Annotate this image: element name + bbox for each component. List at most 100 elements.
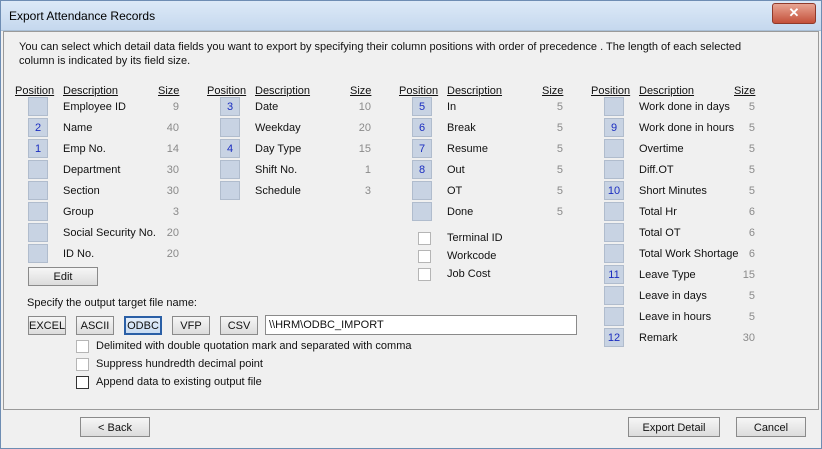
suppress-decimal-label: Suppress hundredth decimal point <box>96 358 263 370</box>
field-description: In <box>447 101 457 113</box>
field-size: 6 <box>748 227 755 239</box>
field-size: 5 <box>556 206 563 218</box>
position-box[interactable] <box>604 307 624 326</box>
field-size: 5 <box>748 164 755 176</box>
delimited-label: Delimited with double quotation mark and… <box>96 340 412 352</box>
workcode-label: Workcode <box>447 250 497 262</box>
header-description-4: Description <box>639 85 695 97</box>
suppress-decimal-checkbox[interactable] <box>76 358 89 371</box>
position-box[interactable] <box>604 202 624 221</box>
position-box[interactable] <box>28 97 48 116</box>
field-size: 40 <box>166 122 179 134</box>
intro-text: You can select which detail data fields … <box>19 41 742 67</box>
delimited-checkbox[interactable] <box>76 340 89 353</box>
field-description: Out <box>447 164 465 176</box>
position-box[interactable] <box>604 139 624 158</box>
position-box[interactable]: 8 <box>412 160 432 179</box>
position-box[interactable] <box>604 223 624 242</box>
position-box[interactable] <box>604 244 624 263</box>
position-box[interactable]: 9 <box>604 118 624 137</box>
format-excel-button[interactable]: EXCEL <box>28 316 66 335</box>
field-description: Shift No. <box>255 164 298 176</box>
cancel-button[interactable]: Cancel <box>736 417 806 437</box>
position-box[interactable]: 2 <box>28 118 48 137</box>
position-box[interactable] <box>28 160 48 179</box>
position-box[interactable] <box>604 160 624 179</box>
append-data-checkbox[interactable] <box>76 376 89 389</box>
position-box[interactable] <box>220 181 240 200</box>
position-box[interactable]: 5 <box>412 97 432 116</box>
format-odbc-button[interactable]: ODBC <box>124 316 162 335</box>
window-title: Export Attendance Records <box>9 9 156 23</box>
header-size-2: Size <box>350 85 372 97</box>
field-size: 5 <box>748 101 755 113</box>
position-box[interactable] <box>220 118 240 137</box>
field-description: Total OT <box>639 227 681 239</box>
position-box[interactable] <box>28 202 48 221</box>
field-size: 30 <box>166 185 179 197</box>
field-description: Leave in hours <box>639 311 712 323</box>
field-size: 20 <box>166 227 179 239</box>
field-description: Date <box>255 101 279 113</box>
position-box[interactable] <box>28 181 48 200</box>
back-button[interactable]: < Back <box>80 417 150 437</box>
header-description-2: Description <box>255 85 311 97</box>
format-vfp-button[interactable]: VFP <box>172 316 210 335</box>
position-box[interactable]: 1 <box>28 139 48 158</box>
field-size: 5 <box>556 143 563 155</box>
format-ascii-button[interactable]: ASCII <box>76 316 114 335</box>
output-prompt: Specify the output target file name: <box>27 297 197 309</box>
position-box[interactable]: 4 <box>220 139 240 158</box>
field-size: 5 <box>556 122 563 134</box>
field-description: Weekday <box>255 122 301 134</box>
header-size-1: Size <box>158 85 180 97</box>
job-cost-checkbox[interactable] <box>418 268 431 281</box>
field-description: Emp No. <box>63 143 106 155</box>
position-box[interactable]: 7 <box>412 139 432 158</box>
header-position-4: Position <box>591 85 631 97</box>
field-description: Total Hr <box>639 206 677 218</box>
field-description: Overtime <box>639 143 684 155</box>
workcode-checkbox[interactable] <box>418 250 431 263</box>
position-box[interactable] <box>604 97 624 116</box>
export-detail-button[interactable]: Export Detail <box>628 417 720 437</box>
field-description: ID No. <box>63 248 95 260</box>
position-box[interactable]: 12 <box>604 328 624 347</box>
position-box[interactable] <box>28 223 48 242</box>
field-size: 5 <box>556 185 563 197</box>
field-size: 5 <box>748 185 755 197</box>
header-position-1: Position <box>15 85 55 97</box>
field-description: Resume <box>447 143 488 155</box>
format-csv-button[interactable]: CSV <box>220 316 258 335</box>
field-description: Work done in hours <box>639 122 735 134</box>
field-description: Work done in days <box>639 101 730 113</box>
position-box[interactable] <box>604 286 624 305</box>
field-description: Group <box>63 206 94 218</box>
header-size-3: Size <box>542 85 564 97</box>
field-description: Break <box>447 122 476 134</box>
header-position-3: Position <box>399 85 439 97</box>
position-box[interactable] <box>412 202 432 221</box>
position-box[interactable]: 3 <box>220 97 240 116</box>
position-box[interactable]: 6 <box>412 118 432 137</box>
terminal-id-label: Terminal ID <box>447 232 503 244</box>
position-box[interactable]: 11 <box>604 265 624 284</box>
position-box[interactable] <box>412 181 432 200</box>
position-box[interactable] <box>28 244 48 263</box>
position-box[interactable] <box>220 160 240 179</box>
field-size: 5 <box>748 143 755 155</box>
field-size: 6 <box>748 206 755 218</box>
close-button[interactable]: ✕ <box>772 3 816 24</box>
field-description: Leave Type <box>639 269 696 281</box>
field-size: 30 <box>742 332 755 344</box>
job-cost-label: Job Cost <box>447 268 491 280</box>
edit-button[interactable]: Edit <box>28 267 98 286</box>
field-size: 20 <box>166 248 179 260</box>
terminal-id-checkbox[interactable] <box>418 232 431 245</box>
field-description: Department <box>63 164 121 176</box>
header-position-2: Position <box>207 85 247 97</box>
field-size: 10 <box>358 101 371 113</box>
output-path-input[interactable]: \\HRM\ODBC_IMPORT <box>265 315 577 335</box>
field-description: Section <box>63 185 100 197</box>
position-box[interactable]: 10 <box>604 181 624 200</box>
